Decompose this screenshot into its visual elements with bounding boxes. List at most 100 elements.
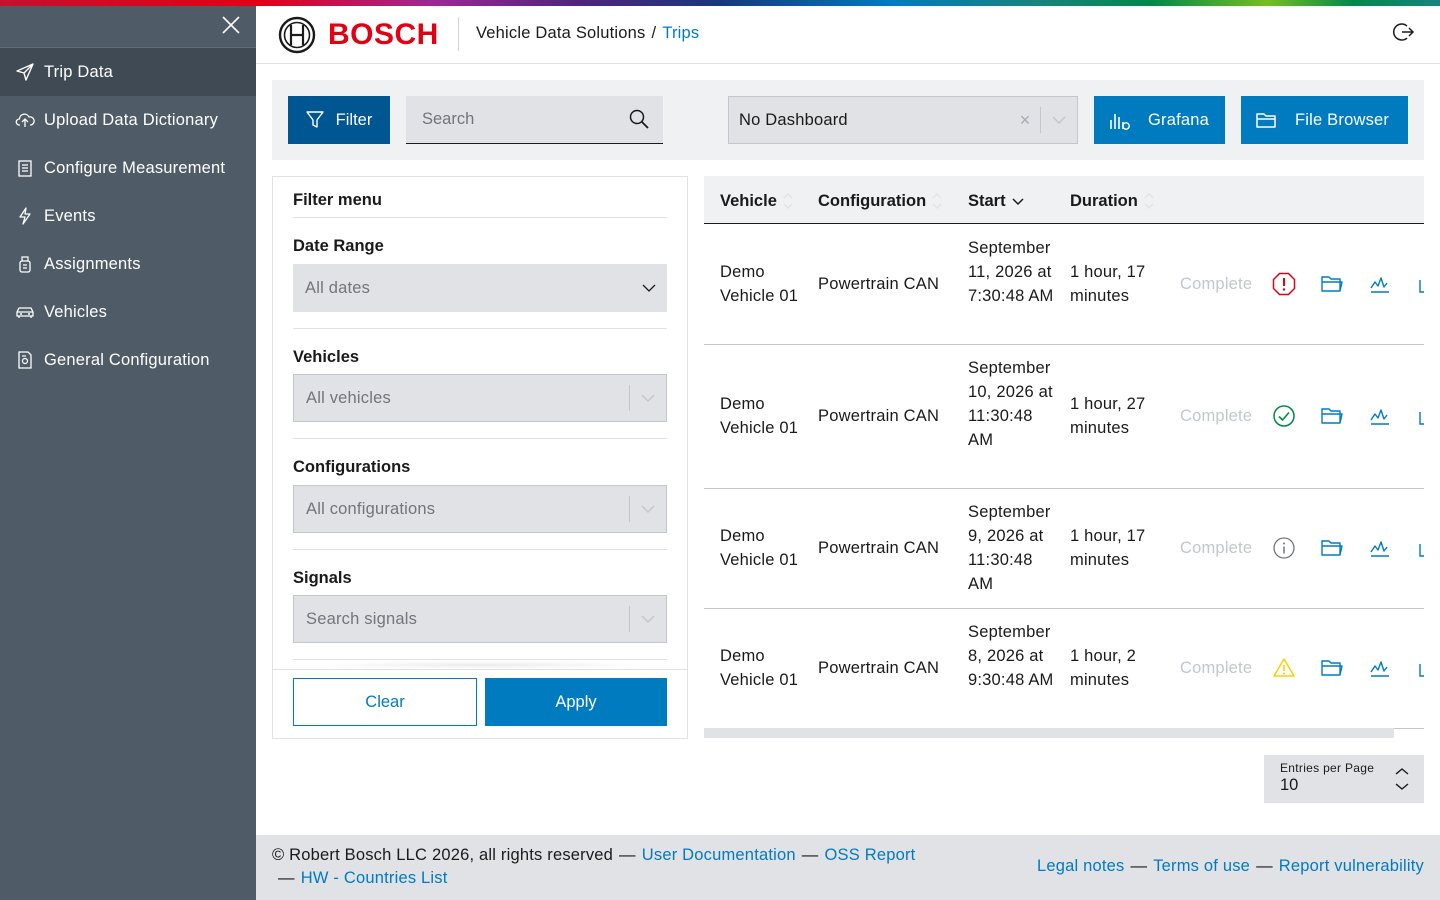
footer-line-2: — HW - Countries List: [278, 869, 448, 888]
folder-icon[interactable]: [1320, 404, 1344, 428]
divider: [293, 328, 667, 329]
cell-start: September 11, 2026 at 7:30:48 AM: [968, 239, 1054, 305]
cell-vehicle: Demo Vehicle 01: [720, 527, 799, 569]
footer-legal-links: Legal notes — Terms of use — Report vulnerab…: [1037, 857, 1424, 876]
configurations-select[interactable]: All configurations: [293, 485, 667, 533]
filter-menu-title: Filter menu: [293, 191, 382, 209]
terms-of-use-link[interactable]: Terms of use: [1153, 857, 1250, 875]
chevron-down-icon[interactable]: [1041, 115, 1077, 125]
file-browser-button-label: File Browser: [1295, 110, 1390, 129]
success-check-icon[interactable]: [1272, 404, 1296, 428]
download-icon[interactable]: [1416, 272, 1424, 296]
sidebar-item-events[interactable]: Events: [0, 192, 256, 240]
filter-button[interactable]: Filter: [288, 96, 390, 144]
sidebar-item-configure-measurement[interactable]: Configure Measurement: [0, 144, 256, 192]
bosch-armature-icon: [278, 16, 316, 54]
breadcrumb-current[interactable]: Trips: [662, 24, 699, 42]
grafana-button[interactable]: Grafana: [1094, 96, 1225, 144]
footer-dash: —: [619, 846, 636, 864]
hw-countries-list-link[interactable]: HW - Countries List: [301, 869, 448, 887]
sidebar-item-trip-data[interactable]: Trip Data: [0, 48, 256, 96]
legal-notes-link[interactable]: Legal notes: [1037, 857, 1125, 875]
footer-dash: —: [278, 869, 295, 887]
signal-chart-icon[interactable]: [1368, 404, 1392, 428]
table-row[interactable]: Demo Vehicle 01 Powertrain CAN September…: [704, 609, 1424, 729]
folder-icon[interactable]: [1320, 536, 1344, 560]
breadcrumb-app[interactable]: Vehicle Data Solutions: [476, 24, 646, 42]
folder-icon[interactable]: [1320, 656, 1344, 680]
report-vulnerability-link[interactable]: Report vulnerability: [1279, 857, 1424, 875]
info-icon[interactable]: [1272, 536, 1296, 560]
settings-document-icon: [14, 349, 36, 371]
sidebar-item-label: Events: [44, 206, 96, 225]
close-icon[interactable]: [220, 14, 242, 36]
footer-dash: —: [1256, 857, 1273, 875]
vehicles-value: All vehicles: [306, 388, 391, 407]
signal-chart-icon[interactable]: [1368, 272, 1392, 296]
cell-configuration: Powertrain CAN: [818, 659, 940, 677]
funnel-icon: [305, 111, 324, 128]
column-header-configuration[interactable]: Configuration: [818, 190, 944, 212]
search-icon[interactable]: [627, 108, 651, 132]
signals-select[interactable]: Search signals: [293, 595, 667, 643]
column-header-duration[interactable]: Duration: [1070, 190, 1156, 212]
cell-status: Complete: [1180, 275, 1253, 293]
signal-chart-icon[interactable]: [1368, 536, 1392, 560]
date-range-value: All dates: [305, 278, 371, 297]
signal-chart-icon[interactable]: [1368, 656, 1392, 680]
oss-report-link[interactable]: OSS Report: [824, 846, 915, 864]
chevron-down-icon: [631, 283, 667, 293]
copyright-text: © Robert Bosch LLC 2026, all rights rese…: [272, 846, 614, 864]
logout-icon[interactable]: [1392, 20, 1416, 44]
column-header-vehicle[interactable]: Vehicle: [720, 190, 795, 212]
bosch-logo[interactable]: BOSCH: [278, 16, 439, 54]
sidebar-item-vehicles[interactable]: Vehicles: [0, 288, 256, 336]
signals-search-value[interactable]: Search signals: [294, 610, 629, 629]
column-header-start[interactable]: Start: [968, 190, 1026, 212]
folder-icon[interactable]: [1320, 272, 1344, 296]
chevron-up-down-icon: [1395, 768, 1409, 790]
sort-descending-icon: [1012, 198, 1024, 206]
table-row[interactable]: Demo Vehicle 01 Powertrain CAN September…: [704, 489, 1424, 609]
download-icon[interactable]: [1416, 404, 1424, 428]
sidebar-item-assignments[interactable]: Assignments: [0, 240, 256, 288]
search-field: [406, 96, 663, 144]
file-browser-button[interactable]: File Browser: [1241, 96, 1408, 144]
vehicles-label: Vehicles: [293, 348, 360, 366]
footer: © Robert Bosch LLC 2026, all rights rese…: [256, 835, 1440, 900]
error-alert-icon[interactable]: [1272, 272, 1296, 296]
sort-icon: [783, 193, 793, 209]
toolbar: Filter No Dashboard × Grafana File Brows…: [272, 80, 1424, 160]
clipboard-list-icon: [14, 157, 36, 179]
sidebar-item-upload-data-dictionary[interactable]: Upload Data Dictionary: [0, 96, 256, 144]
user-documentation-link[interactable]: User Documentation: [642, 846, 796, 864]
download-icon[interactable]: [1416, 656, 1424, 680]
table-row[interactable]: Demo Vehicle 01 Powertrain CAN September…: [704, 345, 1424, 489]
sidebar-item-label: General Configuration: [44, 350, 210, 369]
dashboard-select[interactable]: No Dashboard ×: [728, 96, 1078, 144]
dashboard-clear-icon[interactable]: ×: [1010, 110, 1040, 131]
search-input[interactable]: [406, 96, 616, 143]
cell-start: September 8, 2026 at 9:30:48 AM: [968, 623, 1054, 689]
horizontal-scrollbar[interactable]: [704, 728, 1394, 738]
vehicles-select[interactable]: All vehicles: [293, 374, 667, 422]
configurations-value: All configurations: [306, 499, 436, 518]
cell-status: Complete: [1180, 407, 1253, 425]
sidebar-item-label: Configure Measurement: [44, 158, 226, 177]
warning-icon[interactable]: [1272, 656, 1296, 680]
breadcrumb-separator: /: [651, 24, 657, 42]
sidebar-item-general-configuration[interactable]: General Configuration: [0, 336, 256, 384]
entries-per-page-select[interactable]: Entries per Page 10: [1264, 755, 1424, 803]
table-row[interactable]: Demo Vehicle 01 Powertrain CAN September…: [704, 225, 1424, 345]
sidebar-top: [0, 6, 256, 48]
brand-name: BOSCH: [328, 18, 439, 51]
download-icon[interactable]: [1416, 536, 1424, 560]
column-label: Vehicle: [720, 191, 777, 210]
divider: [273, 669, 687, 670]
apply-button[interactable]: Apply: [485, 678, 667, 726]
clear-button[interactable]: Clear: [293, 678, 477, 726]
cell-status: Complete: [1180, 539, 1253, 557]
trips-table: Vehicle Configuration Start Duration Dem…: [704, 176, 1424, 739]
date-range-select[interactable]: All dates: [293, 264, 667, 312]
date-range-label: Date Range: [293, 237, 384, 255]
